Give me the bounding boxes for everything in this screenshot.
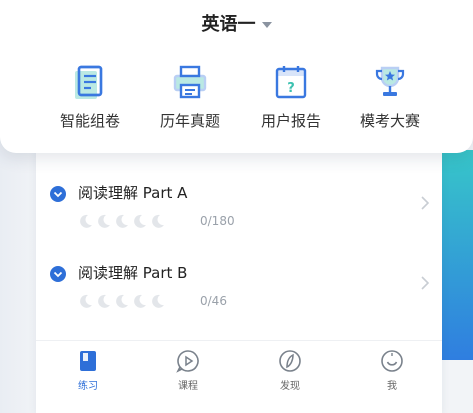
calendar-report-icon: ? [275,66,307,99]
bottom-nav: 练习 课程 发现 我 [36,340,442,400]
moon-icon [80,294,92,308]
moon-icon [152,214,164,228]
tool-label: 模考大赛 [359,112,420,130]
subject-label: 英语一 [201,14,256,35]
nav-tab-me[interactable]: 我 [362,349,422,392]
course-play-icon [176,350,199,373]
tool-user-report[interactable]: ? 用户报告 [241,62,341,131]
moon-icon [98,214,110,228]
list-item[interactable]: 阅读理解 Part A 0/180 [50,182,430,242]
item-title: 阅读理解 Part B [78,264,188,282]
nav-label: 练习 [78,381,98,392]
moon-icon [80,214,92,228]
main-card: 阅读理解 Part A 0/180 阅读理解 Part B 0/46 练习 课程… [36,148,442,413]
nav-label: 发现 [280,381,300,392]
item-title: 阅读理解 Part A [78,184,188,202]
check-circle-icon [50,186,66,202]
chevron-right-icon [421,196,430,210]
item-count: 0/180 [200,214,235,228]
moon-icon [134,214,146,228]
nav-tab-discover[interactable]: 发现 [260,349,320,392]
tool-label: 智能组卷 [59,112,120,130]
practice-book-icon [80,351,96,371]
smart-paper-icon [75,65,103,99]
moon-icon [98,294,110,308]
compass-leaf-icon [279,350,301,372]
nav-tab-practice[interactable]: 练习 [58,349,118,392]
moon-icon [116,294,128,308]
tool-smart-paper[interactable]: 智能组卷 [40,62,140,131]
nav-label: 课程 [178,381,198,392]
nav-tab-course[interactable]: 课程 [158,349,218,392]
tool-label: 历年真题 [159,112,220,130]
trophy-icon [375,66,405,96]
chevron-right-icon [421,276,430,290]
subject-selector[interactable]: 英语一 [0,10,473,36]
check-circle-icon [50,266,66,282]
caret-down-icon [261,22,272,28]
moon-icon [134,294,146,308]
rating-moons [78,213,168,229]
tool-mock-contest[interactable]: 模考大赛 [340,62,440,131]
moon-icon [116,214,128,228]
tool-label: 用户报告 [260,112,321,130]
smile-face-icon [381,350,403,372]
rating-moons [78,293,168,309]
tool-grid: 智能组卷 历年真题 ? 用户报告 模考大赛 [0,62,473,142]
svg-text:?: ? [287,81,295,96]
list-item[interactable]: 阅读理解 Part B 0/46 [50,262,430,322]
printer-icon [173,65,207,99]
tool-past-exams[interactable]: 历年真题 [140,62,240,131]
moon-icon [152,294,164,308]
top-card: 英语一 智能组卷 历年真题 ? 用户报告 模考大赛 [0,0,473,153]
item-count: 0/46 [200,294,227,308]
nav-label: 我 [387,381,397,392]
